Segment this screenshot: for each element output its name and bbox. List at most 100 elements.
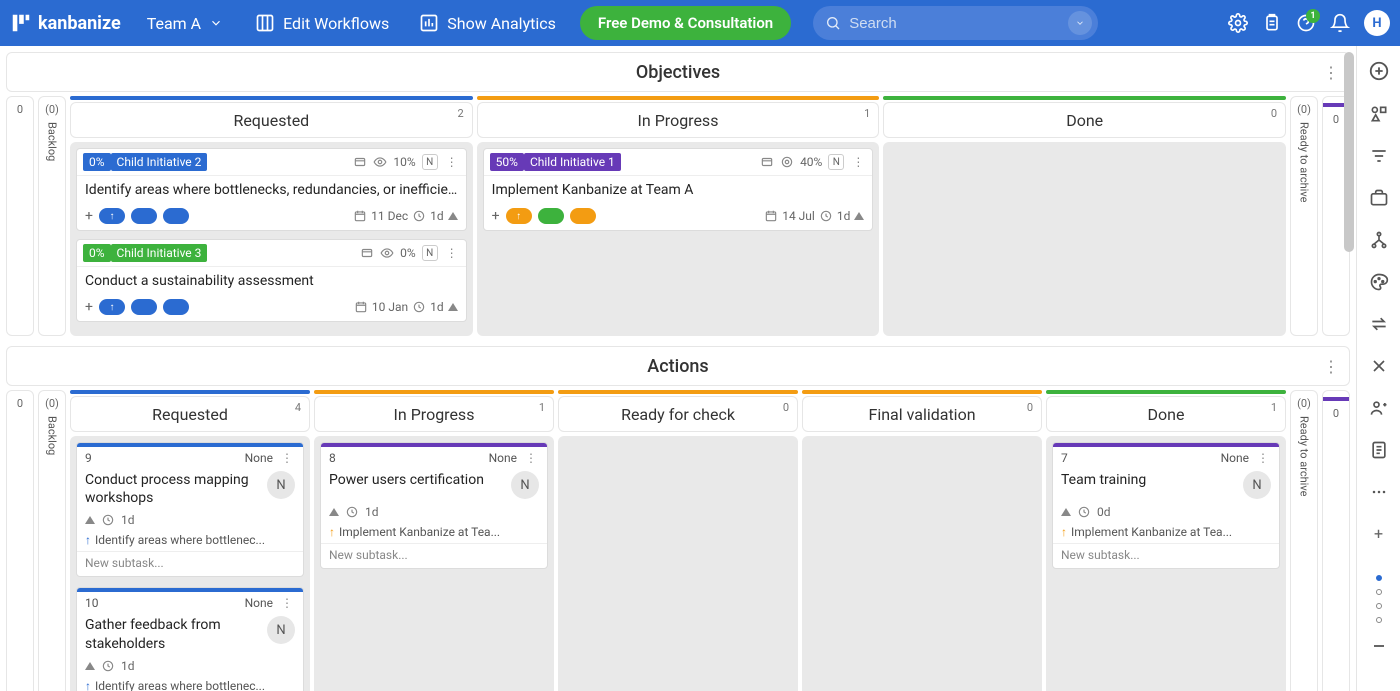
settings-icon[interactable] (1228, 13, 1248, 33)
swap-icon[interactable] (1369, 314, 1389, 334)
initiative-card[interactable]: 0% Child Initiative 2 10% N ⋮ Identify a… (76, 148, 467, 231)
card-pill[interactable]: ↑ (99, 299, 125, 315)
swimlane-title: Objectives (636, 62, 720, 83)
search-input[interactable] (841, 15, 1068, 32)
card-id: 8 (329, 451, 336, 465)
swimlane-menu[interactable]: ⋮ (1323, 63, 1339, 82)
card-add[interactable]: + (492, 208, 500, 224)
new-subtask-input[interactable]: New subtask... (1053, 543, 1279, 568)
action-card[interactable]: 10None⋮ Gather feedback from stakeholder… (76, 587, 304, 691)
scrollbar[interactable] (1344, 52, 1354, 252)
card-pill[interactable] (163, 299, 189, 315)
more-icon[interactable] (1369, 482, 1389, 502)
card-pill[interactable]: ↑ (506, 208, 532, 224)
card-menu[interactable]: ⋮ (850, 155, 866, 169)
card-add[interactable]: + (85, 299, 93, 315)
card-menu[interactable]: ⋮ (279, 596, 295, 610)
card-add[interactable]: + (85, 208, 93, 224)
swimlane-menu[interactable]: ⋮ (1323, 357, 1339, 376)
column-body[interactable]: 8None⋮ Power users certificationN 1d ↑Im… (314, 436, 554, 691)
column-body[interactable] (558, 436, 798, 691)
column-body[interactable] (883, 142, 1286, 336)
swimlane-row: 0(0)Backlog Requested2 0% Child Initiati… (6, 96, 1350, 336)
card-parent-link[interactable]: ↑Implement Kanbanize at Tea... (1053, 523, 1279, 543)
workflow-icon (255, 13, 275, 33)
card-assignee[interactable]: N (422, 154, 438, 170)
card-menu[interactable]: ⋮ (523, 451, 539, 465)
card-pill[interactable] (163, 208, 189, 224)
filter-icon[interactable] (1369, 146, 1389, 166)
action-card[interactable]: 8None⋮ Power users certificationN 1d ↑Im… (320, 442, 548, 569)
people-icon[interactable] (1369, 398, 1389, 418)
card-pill[interactable] (538, 208, 564, 224)
column-header[interactable]: Ready for check0 (558, 396, 798, 432)
card-assignee[interactable]: N (267, 471, 295, 499)
card-parent-link[interactable]: ↑Implement Kanbanize at Tea... (321, 523, 547, 543)
initiative-card[interactable]: 0% Child Initiative 3 0% N ⋮ Conduct a s… (76, 239, 467, 322)
card-assignee[interactable]: N (511, 471, 539, 499)
zoom-level-dots[interactable] (1376, 575, 1382, 623)
card-parent-link[interactable]: ↑Identify areas where bottlenec... (77, 531, 303, 551)
bell-icon[interactable] (1330, 13, 1350, 33)
shapes-icon[interactable] (1369, 104, 1389, 124)
edit-workflows-button[interactable]: Edit Workflows (249, 9, 395, 37)
column-body[interactable]: 50% Child Initiative 1 40% N ⋮ Implement… (477, 142, 880, 336)
clock-icon (412, 300, 426, 314)
clipboard-icon[interactable] (1262, 13, 1282, 33)
archive-column[interactable]: (0)Ready to archive (1290, 96, 1318, 336)
column-body[interactable]: 9None⋮ Conduct process mapping workshops… (70, 436, 310, 691)
demo-button[interactable]: Free Demo & Consultation (580, 6, 791, 40)
column-header[interactable]: In Progress1 (314, 396, 554, 432)
palette-icon[interactable] (1369, 272, 1389, 292)
tools-icon[interactable] (1369, 356, 1389, 376)
card-assignee[interactable]: N (422, 245, 438, 261)
add-card-icon[interactable] (1368, 60, 1390, 82)
show-analytics-button[interactable]: Show Analytics (413, 9, 562, 37)
column-header[interactable]: Done0 (883, 102, 1286, 138)
column-title: Done (1066, 111, 1103, 130)
card-pill[interactable] (131, 208, 157, 224)
column-body[interactable]: 0% Child Initiative 2 10% N ⋮ Identify a… (70, 142, 473, 336)
card-assignee[interactable]: N (1243, 471, 1271, 499)
archive-column[interactable]: (0)Ready to archive (1290, 390, 1318, 691)
column-header[interactable]: In Progress1 (477, 102, 880, 138)
card-pill[interactable] (570, 208, 596, 224)
new-subtask-input[interactable]: New subtask... (77, 551, 303, 576)
initiative-card[interactable]: 50% Child Initiative 1 40% N ⋮ Implement… (483, 148, 874, 231)
team-selector[interactable]: Team A (139, 10, 231, 37)
user-avatar[interactable]: H (1364, 10, 1390, 36)
briefcase-icon[interactable] (1369, 188, 1389, 208)
card-parent-link[interactable]: ↑Identify areas where bottlenec... (77, 677, 303, 691)
hierarchy-icon[interactable] (1369, 230, 1389, 250)
search-icon (825, 15, 841, 31)
collapsed-column-left[interactable]: 0 (6, 96, 34, 336)
card-menu[interactable]: ⋮ (1255, 451, 1271, 465)
card-pill[interactable]: ↑ (99, 208, 125, 224)
backlog-column[interactable]: (0)Backlog (38, 390, 66, 691)
column-header[interactable]: Final validation0 (802, 396, 1042, 432)
help-icon[interactable]: 1 (1296, 13, 1316, 33)
column-header[interactable]: Done1 (1046, 396, 1286, 432)
backlog-column[interactable]: (0)Backlog (38, 96, 66, 336)
zoom-out-icon[interactable] (1374, 645, 1384, 647)
column-body[interactable]: 7None⋮ Team trainingN 0d ↑Implement Kanb… (1046, 436, 1286, 691)
search-box[interactable] (813, 6, 1098, 40)
action-card[interactable]: 7None⋮ Team trainingN 0d ↑Implement Kanb… (1052, 442, 1280, 569)
brand-logo[interactable]: kanbanize (10, 12, 121, 34)
card-assignee[interactable]: N (828, 154, 844, 170)
column-header[interactable]: Requested4 (70, 396, 310, 432)
column-header[interactable]: Requested2 (70, 102, 473, 138)
doc-icon[interactable] (1369, 440, 1389, 460)
search-dropdown[interactable] (1068, 11, 1092, 35)
card-assignee[interactable]: N (267, 616, 295, 644)
card-pill[interactable] (131, 299, 157, 315)
card-menu[interactable]: ⋮ (444, 246, 460, 260)
column-body[interactable] (802, 436, 1042, 691)
collapsed-column-left[interactable]: 0 (6, 390, 34, 691)
action-card[interactable]: 9None⋮ Conduct process mapping workshops… (76, 442, 304, 577)
new-subtask-input[interactable]: New subtask... (321, 543, 547, 568)
zoom-in-icon[interactable]: + (1374, 524, 1383, 543)
card-menu[interactable]: ⋮ (444, 155, 460, 169)
collapsed-column-right[interactable]: 0 (1322, 390, 1350, 691)
card-menu[interactable]: ⋮ (279, 451, 295, 465)
